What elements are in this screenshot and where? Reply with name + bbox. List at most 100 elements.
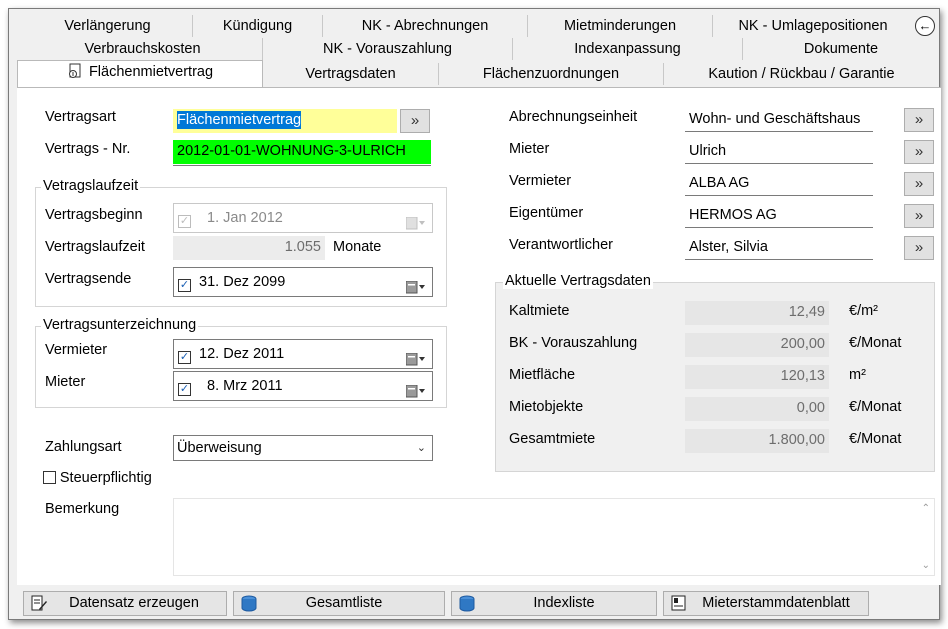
tab-label: Flächenmietvertrag <box>88 64 214 80</box>
vermieter-lookup-button[interactable]: » <box>904 172 934 196</box>
eigentuemer-label: Eigentümer <box>509 205 584 221</box>
tab-indexanpassung[interactable]: Indexanpassung <box>513 38 743 60</box>
indexliste-label: Indexliste <box>533 595 595 611</box>
eigentuemer-field[interactable]: HERMOS AG <box>685 204 873 228</box>
chevron-down-icon: ⌄ <box>416 442 426 454</box>
tab-dokumente[interactable]: Dokumente <box>743 38 939 60</box>
aktuell-group-title: Aktuelle Vertragsdaten <box>503 273 653 289</box>
bemerkung-label: Bemerkung <box>45 501 120 517</box>
gesamtliste-label: Gesamtliste <box>305 595 383 611</box>
tab-verbrauchskosten[interactable]: Verbrauchskosten <box>23 38 263 60</box>
mieter-field[interactable]: Ulrich <box>685 140 873 164</box>
calendar-dropdown-icon[interactable] <box>405 380 426 398</box>
datensatz-erzeugen-button[interactable]: Datensatz erzeugen <box>23 591 227 616</box>
vermieter-field[interactable]: ALBA AG <box>685 172 873 196</box>
vertragsart-value: Flächenmietvertrag <box>177 111 302 129</box>
abrechnungseinheit-label: Abrechnungseinheit <box>509 109 638 125</box>
scroll-down-icon[interactable]: ⌄ <box>922 560 930 571</box>
datensatz-erzeugen-label: Datensatz erzeugen <box>69 595 199 611</box>
unterz-mieter-label: Mieter <box>45 374 86 390</box>
database-icon <box>458 595 476 612</box>
tab-nk-vorauszahlung[interactable]: NK - Vorauszahlung <box>263 38 513 60</box>
bk-vorauszahlung-field: 200,00 <box>685 333 829 357</box>
contract-icon <box>67 63 83 79</box>
tab-flaechenmietvertrag[interactable]: Flächenmietvertrag <box>17 60 263 87</box>
verantwortlicher-field[interactable]: Alster, Silvia <box>685 236 873 260</box>
unterz-mieter-checkbox[interactable]: ✓ <box>178 383 191 396</box>
laufzeit-group-title: Vetragslaufzeit <box>41 178 141 194</box>
tab-flaechenzuordnungen[interactable]: Flächenzuordnungen <box>439 63 664 85</box>
abrechnungseinheit-field[interactable]: Wohn- und Geschäftshaus <box>685 108 873 132</box>
circle-left-arrow-icon[interactable]: ← <box>915 16 935 36</box>
unterz-vermieter-value: 12. Dez 2011 <box>199 346 285 362</box>
unterz-mieter-value: 8. Mrz 2011 <box>207 378 283 394</box>
mieterstammdatenblatt-button[interactable]: Mieterstammdatenblatt <box>663 591 869 616</box>
verantwortlicher-label: Verantwortlicher <box>509 237 613 253</box>
vertragsende-value: 31. Dez 2099 <box>199 274 286 290</box>
mietobjekte-label: Mietobjekte <box>509 399 584 415</box>
scroll-up-icon[interactable]: ⌃ <box>922 503 930 514</box>
vertragsart-lookup-button[interactable]: » <box>400 109 430 133</box>
zahlungsart-select[interactable]: Überweisung ⌄ <box>173 435 433 461</box>
tab-nk-abrechnungen[interactable]: NK - Abrechnungen <box>323 15 528 37</box>
tab-kuendigung[interactable]: Kündigung <box>193 15 323 37</box>
zahlungsart-label: Zahlungsart <box>45 439 122 455</box>
unterz-vermieter-datepicker[interactable]: ✓ 12. Dez 2011 <box>173 339 433 369</box>
mietobjekte-unit: €/Monat <box>849 399 902 415</box>
contract-form-panel: Vertragsart Flächenmietvertrag » Vertrag… <box>17 87 941 585</box>
bk-vorauszahlung-label: BK - Vorauszahlung <box>509 335 638 351</box>
database-icon <box>240 595 258 612</box>
vertragsbeginn-datepicker: ✓ 1. Jan 2012 <box>173 203 433 233</box>
vertragsende-datepicker[interactable]: ✓ 31. Dez 2099 <box>173 267 433 297</box>
abrechnungseinheit-lookup-button[interactable]: » <box>904 108 934 132</box>
mietflaeche-label: Mietfläche <box>509 367 576 383</box>
vertragsbeginn-value: 1. Jan 2012 <box>207 210 283 226</box>
vertragsnr-underline <box>173 165 431 166</box>
bk-vorauszahlung-unit: €/Monat <box>849 335 902 351</box>
tab-nk-umlagepositionen[interactable]: NK - Umlagepositionen <box>713 15 913 37</box>
kaltmiete-label: Kaltmiete <box>509 303 570 319</box>
verantwortlicher-lookup-button[interactable]: » <box>904 236 934 260</box>
zahlungsart-value: Überweisung <box>177 440 262 456</box>
calendar-dropdown-icon <box>405 212 426 230</box>
vertragslaufzeit-field: 1.055 <box>173 236 325 260</box>
tab-vertragsdaten[interactable]: Vertragsdaten <box>263 63 439 85</box>
vertragsart-field[interactable]: Flächenmietvertrag <box>173 109 397 133</box>
vertragsnr-label: Vertrags - Nr. <box>45 141 131 157</box>
gesamtmiete-field: 1.800,00 <box>685 429 829 453</box>
unterz-mieter-datepicker[interactable]: ✓ 8. Mrz 2011 <box>173 371 433 401</box>
tab-verlaengerung[interactable]: Verlängerung <box>23 15 193 37</box>
vertragsende-label: Vertragsende <box>45 271 132 287</box>
vermieter-label: Vermieter <box>509 173 572 189</box>
gesamtmiete-label: Gesamtmiete <box>509 431 596 447</box>
calendar-dropdown-icon[interactable] <box>405 348 426 366</box>
indexliste-button[interactable]: Indexliste <box>451 591 657 616</box>
mietflaeche-unit: m² <box>849 367 866 383</box>
gesamtmiete-unit: €/Monat <box>849 431 902 447</box>
vertragslaufzeit-unit: Monate <box>333 239 382 255</box>
gesamtliste-button[interactable]: Gesamtliste <box>233 591 445 616</box>
vertragsnr-field[interactable]: 2012-01-01-WOHNUNG-3-ULRICH <box>173 140 431 164</box>
mieter-lookup-button[interactable]: » <box>904 140 934 164</box>
vertragsende-checkbox[interactable]: ✓ <box>178 279 191 292</box>
bemerkung-textarea[interactable]: ⌃ ⌄ <box>173 498 935 576</box>
contract-window: Verlängerung Kündigung NK - Abrechnungen… <box>8 8 941 620</box>
vertragslaufzeit-label: Vertragslaufzeit <box>45 239 145 255</box>
mietflaeche-field: 120,13 <box>685 365 829 389</box>
mieter-label: Mieter <box>509 141 550 157</box>
tab-kaution-rueckbau-garantie[interactable]: Kaution / Rückbau / Garantie <box>664 63 939 85</box>
steuerpflichtig-toggle[interactable]: Steuerpflichtig <box>43 469 193 489</box>
tab-mietminderungen[interactable]: Mietminderungen <box>528 15 713 37</box>
kaltmiete-unit: €/m² <box>849 303 878 319</box>
mieterstammdatenblatt-label: Mieterstammdatenblatt <box>702 595 850 611</box>
vertragsbeginn-checkbox: ✓ <box>178 215 191 228</box>
steuerpflichtig-checkbox[interactable] <box>43 471 56 484</box>
calendar-dropdown-icon[interactable] <box>405 276 426 294</box>
unterz-vermieter-checkbox[interactable]: ✓ <box>178 351 191 364</box>
steuerpflichtig-label: Steuerpflichtig <box>59 470 152 486</box>
vertragsart-label: Vertragsart <box>45 109 116 125</box>
kaltmiete-field: 12,49 <box>685 301 829 325</box>
document-edit-icon <box>30 595 48 612</box>
vertragsbeginn-label: Vertragsbeginn <box>45 207 143 223</box>
eigentuemer-lookup-button[interactable]: » <box>904 204 934 228</box>
